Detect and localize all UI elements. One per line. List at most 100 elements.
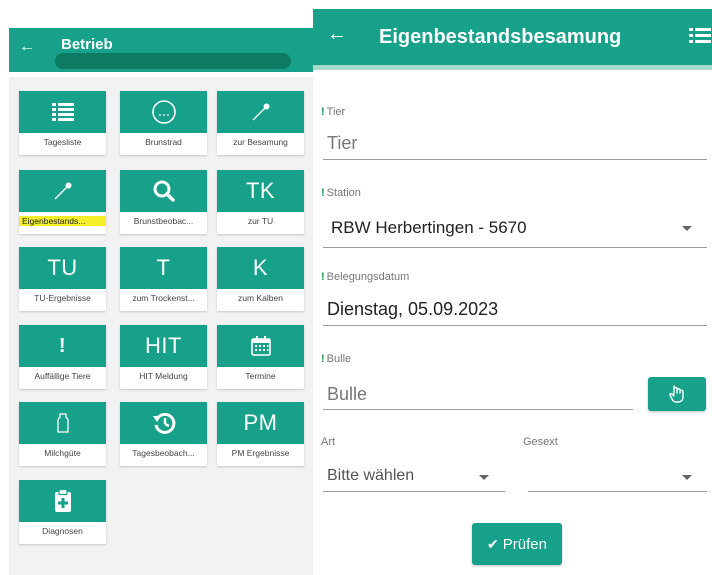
list-icon [51,102,74,122]
header-divider [9,72,314,77]
art-label: Art [321,436,336,448]
tile-label: HIT Meldung [139,371,188,381]
bulle-label-text: Bulle [326,353,352,365]
tile-brunstbeobac[interactable]: Brunstbeobac... [120,170,207,234]
insemination-icon [52,180,74,202]
milk-bottle-icon [56,412,70,434]
tile-label: zum Kalben [238,293,283,303]
checkmark-icon: ✔ [487,535,499,552]
tile-label: PM Ergebnisse [231,448,290,458]
belegungsdatum-label: ! Belegungsdatum [321,271,409,283]
tile-label: Eigenbestands... [19,216,106,226]
tile-icon-area: TU [19,247,106,289]
history-icon [152,411,176,435]
arrow-left-icon[interactable]: ← [327,23,347,46]
search-icon [152,179,176,203]
tile-milchgüte[interactable]: Milchgüte [19,402,106,466]
tile-label: Tagesliste [43,137,82,147]
tile-icon-area [19,91,106,133]
tile-icon-area [19,402,106,444]
station-label: ! Station [321,187,361,199]
tile-tagesbeobach[interactable]: Tagesbeobach... [120,402,207,466]
tile-icon-area: HIT [120,325,207,367]
tile-auffällige-tiere[interactable]: ! Auffällige Tiere [19,325,106,389]
bulle-underline [323,409,633,410]
arrow-left-icon[interactable]: ← [19,38,35,56]
bulle-scan-button[interactable] [648,377,706,411]
chevron-down-icon[interactable] [682,226,692,231]
required-mark: ! [321,353,325,365]
app-root: ← Betrieb Tagesliste Brunstrad zur Besamun… [0,0,712,575]
tile-icon-area [217,91,304,133]
art-select[interactable]: Bitte wählen [327,467,414,485]
tile-label: zur TU [247,216,274,226]
tile-icon-area [120,91,207,133]
tile-icon-area [19,170,106,212]
tier-input[interactable]: Tier [327,133,357,154]
tile-label: zum Trockenst... [132,293,195,303]
required-mark: ! [321,271,325,283]
list-menu-icon[interactable] [689,25,711,47]
tier-label-text: Tier [326,106,346,118]
belegungsdatum-underline [323,325,707,326]
tile-icon-text: K [252,255,269,280]
betrieb-panel: ← Betrieb Tagesliste Brunstrad zur Besamun… [9,28,314,575]
insemination-icon [250,101,272,123]
tile-icon-area: PM [217,402,304,444]
tile-icon-text: TU [47,255,78,280]
betrieb-header: ← Betrieb [9,28,314,72]
tile-diagnosen[interactable]: Diagnosen [19,480,106,544]
calendar-icon [250,335,272,357]
tile-icon-area: ! [19,325,106,367]
gesext-underline [528,491,707,492]
tile-eigenbestands[interactable]: Eigenbestands... [19,170,106,234]
belegungsdatum-input[interactable]: Dienstag, 05.09.2023 [327,299,498,320]
chevron-down-icon[interactable] [479,475,489,480]
clipboard-plus-icon [54,489,72,513]
station-underline [323,247,707,248]
tile-zur-besamung[interactable]: zur Besamung [217,91,304,155]
form-header: ← Eigenbestandsbesamung [313,9,712,65]
tile-icon-text: TK [245,178,276,203]
required-mark: ! [321,106,325,118]
tile-zum-trockenst[interactable]: Tzum Trockenst... [120,247,207,311]
gesext-label: Gesext [523,436,558,448]
required-mark: ! [321,187,325,199]
pruefen-label: Prüfen [502,535,547,553]
tile-tagesliste[interactable]: Tagesliste [19,91,106,155]
tile-label: Brunstbeobac... [133,216,194,226]
belegungsdatum-label-text: Belegungsdatum [326,271,410,283]
tile-icon-area [217,325,304,367]
tile-zum-kalben[interactable]: Kzum Kalben [217,247,304,311]
station-label-text: Station [326,187,361,199]
tile-label: Termine [245,371,276,381]
tier-underline [323,159,707,160]
tile-termine[interactable]: Termine [217,325,304,389]
search-bar[interactable] [55,53,291,69]
tile-brunstrad[interactable]: Brunstrad [120,91,207,155]
betrieb-title: Betrieb [61,36,113,53]
tile-pm-ergebnisse[interactable]: PM PM Ergebnisse [217,402,304,466]
form-title: Eigenbestandsbesamung [379,26,622,48]
tile-icon-area [120,170,207,212]
eigenbestandsbesamung-panel: ← Eigenbestandsbesamung ! Tier Tier ! Stat… [313,9,712,575]
bulle-input[interactable]: Bulle [327,384,367,405]
pruefen-button[interactable]: ✔ Prüfen [472,523,562,565]
tier-label: ! Tier [321,106,345,118]
tile-icon-area: K [217,247,304,289]
circle-dots-icon [151,99,177,125]
tile-zur-tu[interactable]: TK zur TU [217,170,304,234]
hand-pointer-icon [669,385,684,403]
tile-label: Tagesbeobach... [132,448,195,458]
chevron-down-icon[interactable] [682,475,692,480]
station-select[interactable]: RBW Herbertingen - 5670 [331,218,527,238]
tile-label: Brunstrad [145,137,182,147]
tile-hit-meldung[interactable]: HIT HIT Meldung [120,325,207,389]
tile-icon-text: T [156,255,171,280]
tile-icon-area [120,402,207,444]
tile-label: Auffällige Tiere [34,371,91,381]
tile-icon-area: T [120,247,207,289]
art-underline [323,491,505,492]
tile-tu-ergebnisse[interactable]: TU TU-Ergebnisse [19,247,106,311]
tile-label: zur Besamung [233,137,288,147]
